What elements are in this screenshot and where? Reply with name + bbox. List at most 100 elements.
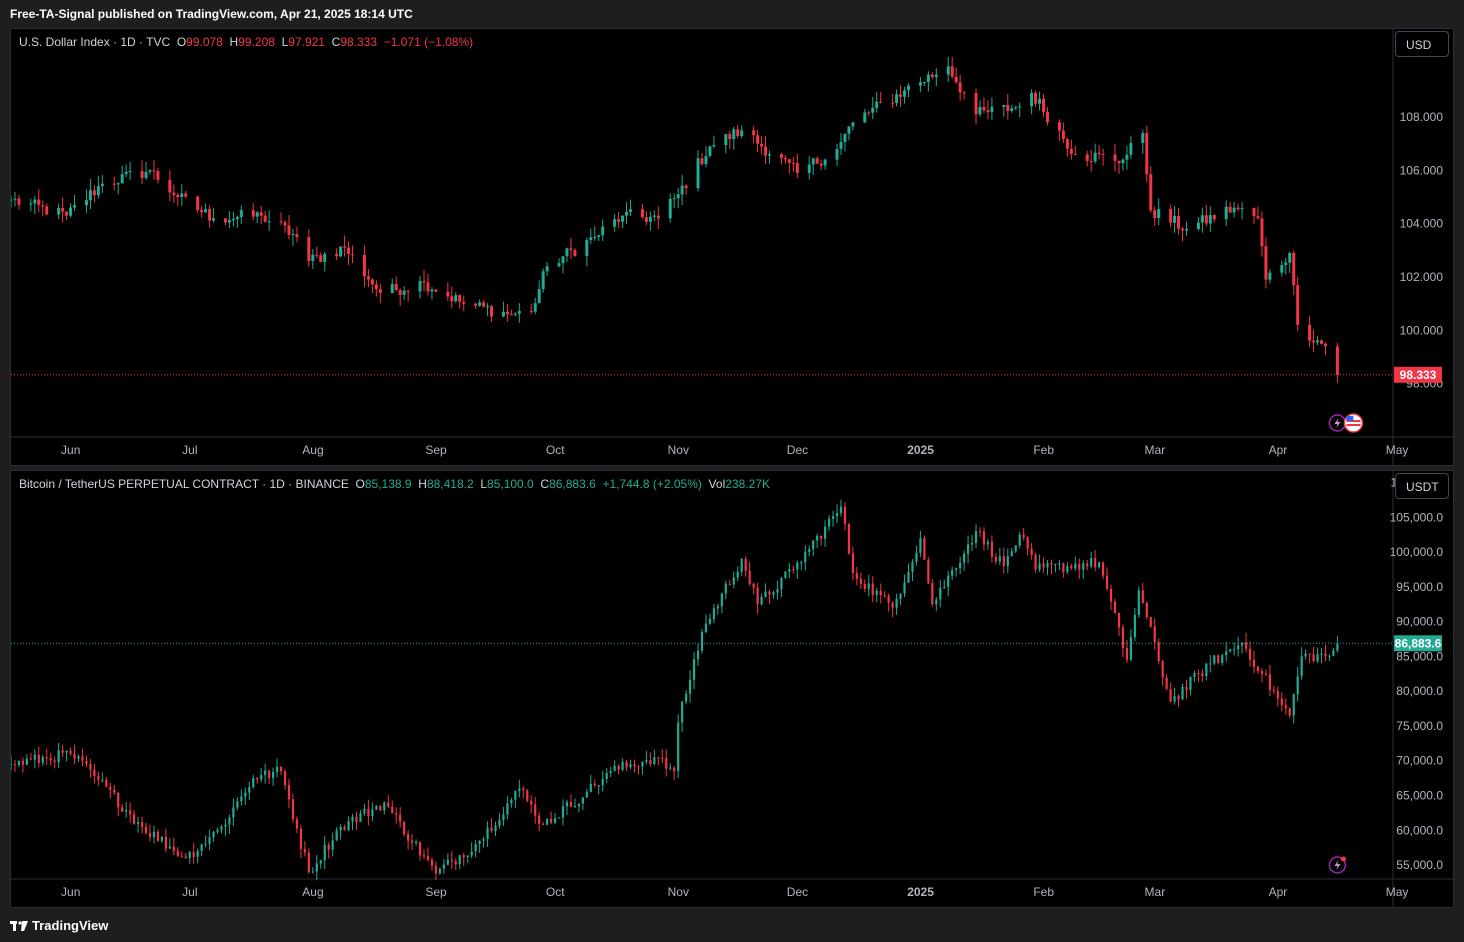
dxy-candle-body <box>1057 122 1061 131</box>
tradingview-logo[interactable]: TradingView <box>10 918 108 933</box>
btc-x-tick-label: Aug <box>302 885 323 899</box>
dxy-candle-body <box>1121 159 1125 164</box>
dxy-candle-body <box>430 289 434 292</box>
btc-candle-body <box>569 801 573 807</box>
btc-candle-body <box>1173 696 1176 702</box>
btc-y-tick-label: 55,000.0 <box>1396 858 1443 872</box>
btc-x-tick-label: Sep <box>425 885 447 899</box>
dxy-candle-body <box>61 208 65 212</box>
dxy-candle-body <box>1173 216 1177 223</box>
btc-chart-pane[interactable]: 110,000.0105,000.0100,000.095,000.090,00… <box>10 470 1454 908</box>
dxy-candle-body <box>1236 207 1240 210</box>
btc-candle-body <box>1256 666 1260 672</box>
btc-candle-body <box>1125 648 1129 660</box>
dxy-open: 99.078 <box>186 35 223 49</box>
btc-volume: 238.27K <box>725 477 770 491</box>
dxy-candle-body <box>907 85 911 91</box>
btc-candle-body <box>1133 614 1136 638</box>
btc-currency-button[interactable]: USDT <box>1395 473 1449 499</box>
btc-candle-body <box>1292 694 1295 716</box>
dxy-candle-body <box>779 154 783 158</box>
dxy-candle-body <box>1113 154 1117 161</box>
dxy-candle-body <box>899 94 903 97</box>
btc-volume-label: Vol <box>708 477 726 491</box>
dxy-chart-pane[interactable]: 108.000 106.000 104.000 102.000 100.000 98.00… <box>10 28 1454 466</box>
dxy-candle-body <box>843 133 847 142</box>
dxy-x-tick-label: Feb <box>1033 443 1054 457</box>
btc-candle-body <box>621 761 624 770</box>
dxy-x-tick-label: Oct <box>546 443 565 457</box>
dxy-candle-body <box>100 183 104 187</box>
btc-open-label: O <box>355 477 365 491</box>
btc-x-tick-label: 2025 <box>907 885 934 899</box>
btc-candle-body <box>514 790 517 800</box>
dxy-candle-body <box>11 199 13 201</box>
dxy-candle-body <box>557 263 561 267</box>
us-flag-icon[interactable] <box>1343 413 1364 433</box>
btc-low-label: L <box>480 477 488 491</box>
dxy-candle-body <box>1046 111 1049 123</box>
dxy-candle-body <box>1141 133 1145 144</box>
btc-candle-body <box>919 538 922 553</box>
btc-candle-body <box>728 583 731 585</box>
btc-candle-body <box>117 792 120 808</box>
dxy-candle-body <box>283 222 287 226</box>
dxy-candle-body <box>541 271 545 290</box>
btc-candle-body <box>998 556 1001 562</box>
btc-candle-body <box>422 855 426 857</box>
btc-candle-body <box>681 701 684 723</box>
dxy-x-tick-label: Jun <box>61 443 80 457</box>
btc-candle-body <box>1082 563 1085 570</box>
dxy-chart-svg[interactable]: 108.000106.000104.000102.000100.00098.00… <box>11 29 1453 465</box>
dxy-candle-body <box>212 218 216 221</box>
btc-candle-body <box>812 540 815 550</box>
dxy-candle-body <box>676 194 680 199</box>
btc-candle-body <box>1197 673 1200 675</box>
btc-x-tick-label: Dec <box>787 885 808 899</box>
btc-candle-body <box>883 595 886 597</box>
btc-candle-body <box>947 575 950 587</box>
dxy-candle-body <box>680 185 684 195</box>
btc-candle-body <box>740 559 743 572</box>
btc-candle-body <box>827 518 831 527</box>
btc-candle-body <box>935 599 938 605</box>
dxy-x-tick-label: Sep <box>425 443 447 457</box>
dxy-candle-body <box>486 306 490 308</box>
btc-candle-body <box>136 822 140 824</box>
btc-candle-body <box>617 765 620 770</box>
dxy-currency-button[interactable]: USD <box>1395 31 1449 57</box>
btc-candle-body <box>232 807 235 818</box>
dxy-candle-body <box>764 146 768 156</box>
btc-candle-body <box>764 591 767 597</box>
dxy-candle-body <box>307 237 311 261</box>
btc-candle-body <box>248 786 251 793</box>
btc-candle-body <box>466 855 469 858</box>
btc-candle-body <box>359 813 362 822</box>
btc-candle-body <box>808 549 811 552</box>
dxy-candle-body <box>597 235 601 237</box>
dxy-candle-body <box>1149 174 1153 211</box>
dxy-candle-body <box>235 216 239 219</box>
dxy-candle-body <box>954 76 958 83</box>
btc-candle-body <box>835 512 839 517</box>
btc-candle-body <box>1129 637 1132 660</box>
btc-candle-body <box>1244 642 1248 649</box>
btc-candle-body <box>164 836 167 849</box>
dxy-candle-body <box>374 284 378 290</box>
btc-candle-body <box>279 766 283 772</box>
btc-candle-body <box>57 750 60 763</box>
btc-chart-svg[interactable]: 110,000.0105,000.0100,000.095,000.090,00… <box>11 471 1453 907</box>
dxy-candle-body <box>668 198 672 219</box>
btc-candle-body <box>788 569 791 572</box>
btc-candle-body <box>736 571 739 578</box>
dxy-candle-body <box>672 198 676 200</box>
dxy-candle-body <box>835 149 839 160</box>
dxy-event-flash-icon[interactable] <box>1328 414 1347 432</box>
btc-candle-body <box>784 571 787 578</box>
dxy-candle-body <box>593 237 597 238</box>
dxy-high-label: H <box>229 35 239 49</box>
btc-candle-body <box>196 851 199 857</box>
dxy-last-price-label: 98.333 <box>1400 368 1437 382</box>
btc-candle-body <box>502 814 505 820</box>
btc-candle-body <box>45 756 48 759</box>
